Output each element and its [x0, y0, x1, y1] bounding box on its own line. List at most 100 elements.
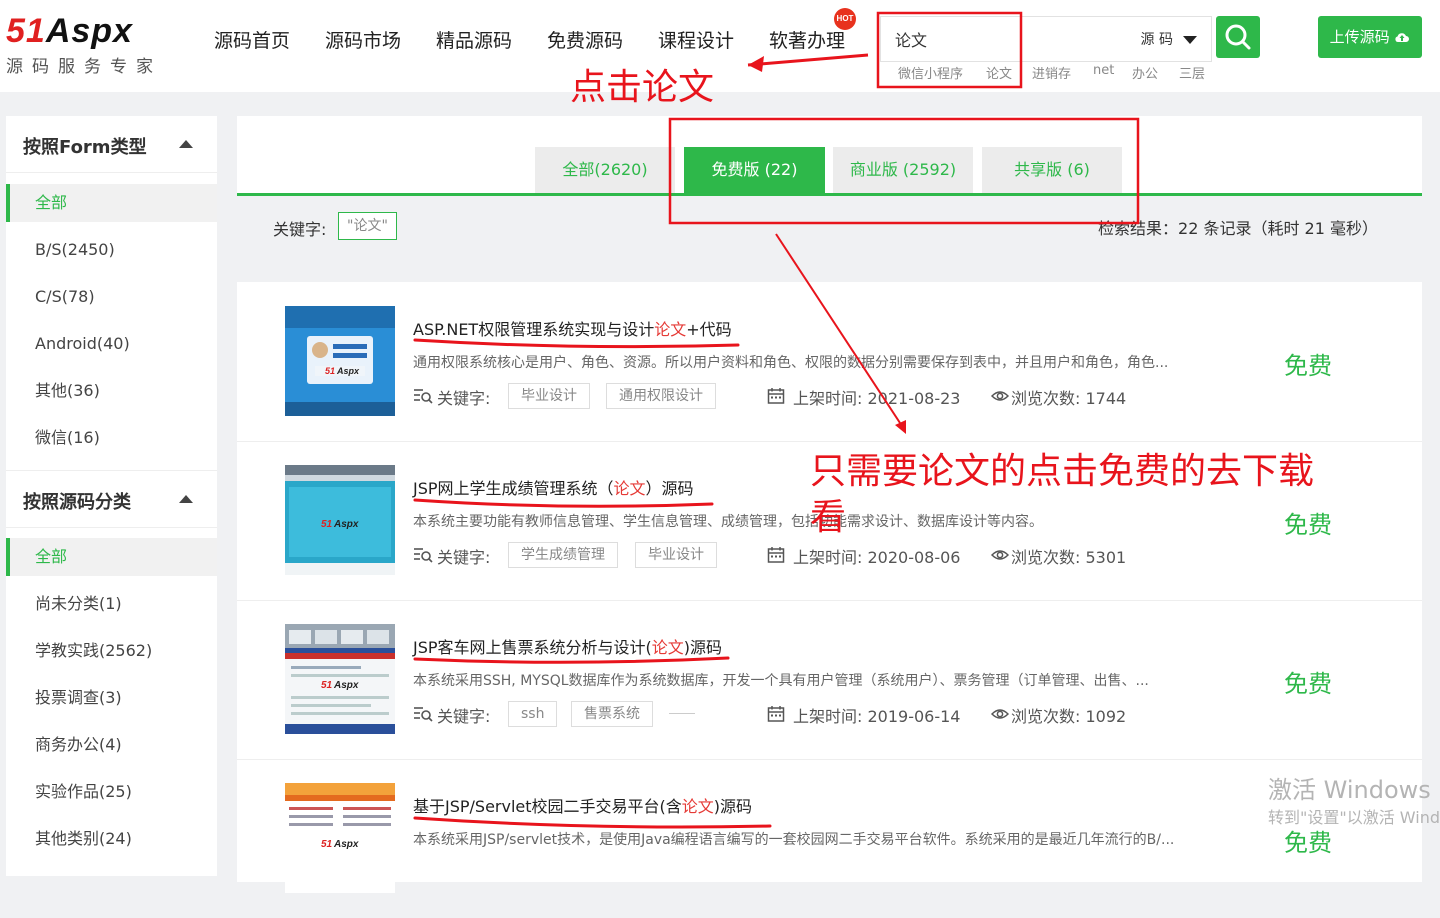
publish-date: 上架时间: 2021-08-23 — [793, 389, 961, 408]
tag-separator — [669, 713, 695, 714]
svg-text:51: 51 — [321, 680, 333, 691]
sidebar-section-title: 按照Form类型 — [23, 137, 147, 158]
result-thumbnail[interactable]: 51 Aspx — [285, 306, 395, 416]
svg-text:51: 51 — [325, 366, 335, 376]
view-count: 浏览次数: 5301 — [1011, 548, 1127, 567]
tab-shared[interactable]: 共享版 (6) — [982, 147, 1122, 193]
annotation-free-note-cont: 看 — [810, 497, 847, 538]
sidebar-section-form-type[interactable]: 按照Form类型 — [6, 116, 217, 173]
annotation-click-note: 点击论文 — [570, 67, 715, 108]
sidebar-item-teaching[interactable]: 学教实践(2562) — [6, 632, 217, 670]
svg-text:51: 51 — [321, 519, 333, 530]
cloud-upload-icon — [1395, 33, 1410, 42]
search-box: 源 码 — [880, 16, 1212, 62]
sidebar-item-all-form[interactable]: 全部 — [6, 184, 217, 222]
publish-date: 上架时间: 2019-06-14 — [793, 707, 961, 726]
publish-date: 上架时间: 2020-08-06 — [793, 548, 961, 567]
nav-item-premium[interactable]: 精品源码 — [436, 26, 512, 53]
svg-text:Aspx: Aspx — [333, 680, 359, 691]
result-description: 本系统采用SSH, MYSQL数据库作为系统数据库，开发一个具有用户管理（系统用… — [413, 673, 1149, 689]
search-type-label: 源 码 — [1140, 32, 1173, 48]
sidebar-item-android[interactable]: Android(40) — [6, 325, 217, 363]
hot-tag[interactable]: 微信小程序 — [898, 63, 963, 82]
result-description: 本系统采用JSP/servlet技术，是使用Java编程语言编写的一套校园网二手… — [413, 832, 1175, 848]
result-item: 51 Aspx 基于JSP/Servlet校园二手交易平台(含论文)源码 本系统… — [237, 759, 1422, 918]
result-thumbnail[interactable]: 51 Aspx — [285, 465, 395, 575]
keyword-tag[interactable]: 毕业设计 — [508, 383, 590, 409]
hot-badge: HOT — [834, 8, 856, 30]
hot-tag[interactable]: 三层 — [1179, 63, 1205, 82]
annotation-free-note: 只需要论文的点击免费的去下载 — [810, 451, 1315, 492]
search-input[interactable] — [893, 17, 1117, 61]
svg-text:51: 51 — [321, 839, 333, 850]
upload-source-button[interactable]: 上传源码 — [1318, 16, 1422, 58]
chevron-down-icon — [1183, 36, 1197, 44]
sidebar-item-wechat[interactable]: 微信(16) — [6, 419, 217, 457]
keyword-tag[interactable]: 毕业设计 — [635, 542, 717, 568]
version-filter-panel: 全部(2620) 免费版 (22) 商业版 (2592) 共享版 (6) 关键字… — [237, 116, 1422, 256]
keyword-tag[interactable]: 学生成绩管理 — [508, 542, 618, 568]
sidebar-item-other[interactable]: 其他(36) — [6, 372, 217, 410]
nav-item-copyright[interactable]: 软著办理 — [769, 26, 845, 53]
sidebar-item-uncategorized[interactable]: 尚未分类(1) — [6, 585, 217, 623]
view-count: 浏览次数: 1092 — [1011, 707, 1127, 726]
windows-activation-hint: 转到"设置"以激活 Windows。 — [1268, 808, 1440, 827]
hot-tag[interactable]: 办公 — [1132, 63, 1158, 82]
keyword-tag[interactable]: 通用权限设计 — [606, 383, 716, 409]
hot-tag[interactable]: 论文 — [986, 63, 1012, 82]
search-button[interactable] — [1216, 16, 1260, 58]
nav-item-free[interactable]: 免费源码 — [547, 26, 623, 53]
sidebar-item-office[interactable]: 商务办公(4) — [6, 726, 217, 764]
tab-commercial[interactable]: 商业版 (2592) — [833, 147, 973, 193]
top-header: 51Aspx 源码服务专家 源码首页 源码市场 精品源码 免费源码 课程设计 软… — [0, 0, 1440, 92]
result-title[interactable]: JSP客车网上售票系统分析与设计(论文)源码 — [413, 634, 722, 658]
chevron-up-icon — [179, 140, 193, 148]
nav-item-course-design[interactable]: 课程设计 — [658, 26, 734, 53]
result-item: 51 Aspx ASP.NET权限管理系统实现与设计论文+代码 通用权限系统核心… — [237, 282, 1422, 442]
nav-item-home[interactable]: 源码首页 — [214, 26, 290, 53]
nav-item-market[interactable]: 源码市场 — [325, 26, 401, 53]
sidebar-item-other-category[interactable]: 其他类别(24) — [6, 820, 217, 858]
keyword-tag[interactable]: ssh — [508, 701, 558, 727]
hot-tag[interactable]: net — [1093, 63, 1114, 78]
sidebar-item-bs[interactable]: B/S(2450) — [6, 231, 217, 269]
tag-search-icon — [414, 548, 433, 563]
sidebar-item-experiment[interactable]: 实验作品(25) — [6, 773, 217, 811]
search-type-select[interactable]: 源 码 — [1141, 29, 1197, 49]
sidebar-item-cs[interactable]: C/S(78) — [6, 278, 217, 316]
sidebar-item-all-category[interactable]: 全部 — [6, 538, 217, 576]
filter-sidebar: 按照Form类型 全部 B/S(2450) C/S(78) Android(40… — [6, 116, 217, 876]
site-logo[interactable]: 51Aspx 源码服务专家 — [6, 14, 174, 77]
result-title[interactable]: 基于JSP/Servlet校园二手交易平台(含论文)源码 — [413, 793, 752, 817]
keyword-chip[interactable]: "论文" — [338, 212, 397, 240]
chevron-up-icon — [179, 495, 193, 503]
svg-text:Aspx: Aspx — [333, 519, 359, 530]
result-meta: 关键字: 毕业设计 通用权限设计 上架时间: 2021-08-23 浏览次数: … — [413, 383, 1273, 409]
search-summary-bar: 关键字: "论文" 检索结果：22 条记录（耗时 21 毫秒） — [237, 196, 1422, 256]
keyword-label: 关键字: — [437, 389, 491, 408]
tab-all[interactable]: 全部(2620) — [535, 147, 675, 193]
sidebar-section-category[interactable]: 按照源码分类 — [6, 470, 217, 528]
price-label: 免费 — [1284, 829, 1332, 857]
result-meta: 关键字: 学生成绩管理 毕业设计 上架时间: 2020-08-06 浏览次数: … — [413, 542, 1273, 568]
tab-free[interactable]: 免费版 (22) — [684, 147, 825, 193]
hot-tag[interactable]: 进销存 — [1032, 63, 1071, 82]
search-icon — [1225, 24, 1251, 50]
sidebar-item-voting[interactable]: 投票调查(3) — [6, 679, 217, 717]
result-thumbnail[interactable]: 51 Aspx — [285, 783, 395, 893]
result-description: 通用权限系统核心是用户、角色、资源。所以用户资料和角色、权限的数据分别需要保存到… — [413, 355, 1169, 371]
result-thumbnail[interactable]: 51 Aspx — [285, 624, 395, 734]
logo-tagline: 源码服务专家 — [6, 57, 162, 77]
result-title[interactable]: ASP.NET权限管理系统实现与设计论文+代码 — [413, 316, 732, 340]
price-label: 免费 — [1284, 670, 1332, 698]
view-count: 浏览次数: 1744 — [1011, 389, 1127, 408]
svg-text:Aspx: Aspx — [333, 839, 359, 850]
upload-button-label: 上传源码 — [1329, 28, 1390, 46]
result-title[interactable]: JSP网上学生成绩管理系统（论文）源码 — [413, 475, 694, 499]
calendar-icon — [767, 706, 785, 722]
keyword-tag[interactable]: 售票系统 — [571, 701, 653, 727]
eye-icon — [991, 709, 1009, 719]
eye-icon — [991, 550, 1009, 560]
keyword-label: 关键字: — [273, 220, 327, 239]
keyword-label: 关键字: — [437, 707, 491, 726]
